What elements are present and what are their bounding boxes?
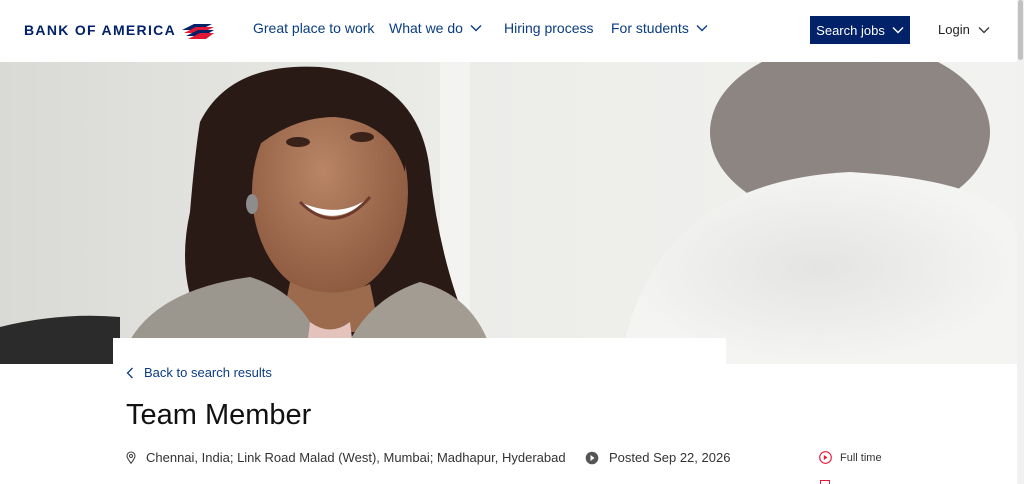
chevron-down-icon <box>978 26 990 33</box>
partial-icon <box>820 480 830 484</box>
job-title: Team Member <box>126 399 312 431</box>
clock-icon <box>585 451 599 464</box>
job-locations: Chennai, India; Link Road Malad (West), … <box>126 450 566 465</box>
flag-logo-icon <box>181 24 214 39</box>
scrollbar-thumb[interactable] <box>1018 0 1023 60</box>
schedule-icon <box>819 451 832 464</box>
login-label: Login <box>938 22 970 37</box>
nav-item-label: Great place to work <box>253 20 375 36</box>
search-jobs-button[interactable]: Search jobs <box>810 16 910 44</box>
nav-item-label: What we do <box>389 20 463 36</box>
login-button[interactable]: Login <box>938 22 990 37</box>
hero-image <box>0 62 1017 364</box>
job-type-text: Full time <box>840 451 882 464</box>
nav-item-hiring-process[interactable]: Hiring process <box>504 20 611 36</box>
job-posted-date: Posted Sep 22, 2026 <box>585 450 730 465</box>
back-to-search-results-link[interactable]: Back to search results <box>126 365 272 380</box>
page-scrollbar[interactable] <box>1017 0 1024 484</box>
nav-item-for-students[interactable]: For students <box>611 20 708 36</box>
main-nav: Great place to work What we do Hiring pr… <box>253 20 708 36</box>
nav-item-label: Hiring process <box>504 20 594 36</box>
chevron-down-icon <box>892 27 904 34</box>
nav-item-what-we-do[interactable]: What we do <box>389 20 504 36</box>
brand-name: BANK OF AMERICA <box>24 22 176 38</box>
search-jobs-label: Search jobs <box>816 22 885 38</box>
location-pin-icon <box>126 451 136 464</box>
chevron-left-icon <box>126 367 133 378</box>
bank-of-america-logo[interactable]: BANK OF AMERICA <box>24 21 214 39</box>
hero-photo-illustration <box>0 62 1017 364</box>
job-posted-text: Posted Sep 22, 2026 <box>609 450 731 465</box>
back-link-label: Back to search results <box>144 365 272 380</box>
job-locations-text: Chennai, India; Link Road Malad (West), … <box>146 450 566 465</box>
chevron-down-icon <box>696 25 708 32</box>
nav-item-great-place-to-work[interactable]: Great place to work <box>253 20 389 36</box>
chevron-down-icon <box>470 25 482 32</box>
job-type: Full time <box>819 451 882 464</box>
site-header: BANK OF AMERICA Great place to work What… <box>0 0 1017 62</box>
nav-item-label: For students <box>611 20 689 36</box>
